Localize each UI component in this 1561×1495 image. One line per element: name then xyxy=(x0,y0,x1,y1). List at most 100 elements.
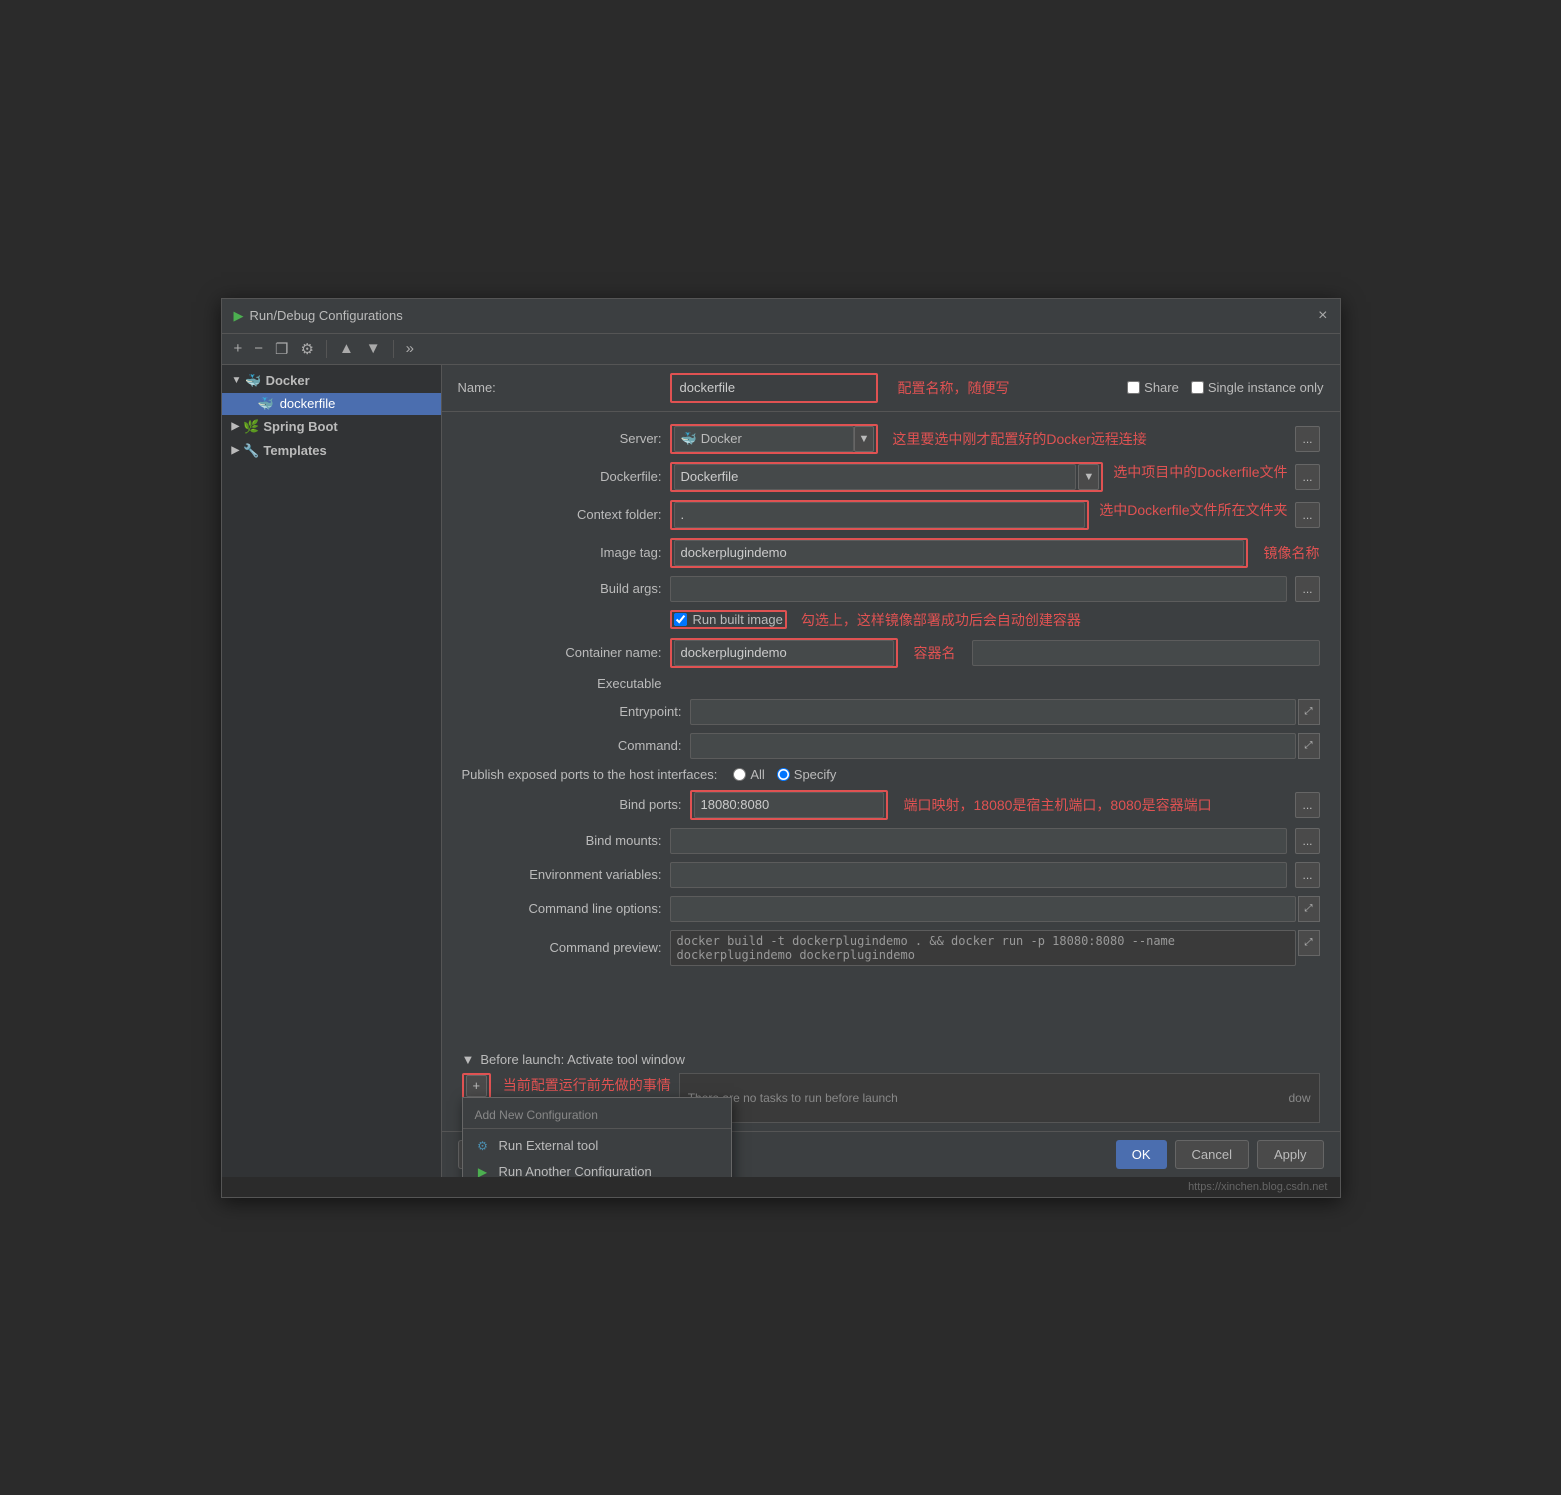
more-button[interactable]: » xyxy=(402,338,418,359)
templates-expand-icon: ▶ xyxy=(232,445,240,456)
command-input[interactable] xyxy=(690,733,1296,759)
all-label: All xyxy=(750,767,764,782)
context-annotation-box xyxy=(670,500,1090,530)
name-input[interactable] xyxy=(674,375,874,401)
sidebar-dockerfile-label: dockerfile xyxy=(280,396,336,411)
bind-ports-label: Bind ports: xyxy=(482,797,682,812)
single-instance-checkbox[interactable] xyxy=(1191,381,1204,394)
image-tag-input[interactable] xyxy=(674,540,1244,566)
context-label: Context folder: xyxy=(462,507,662,522)
cmd-opts-input-group: ⤢ xyxy=(670,896,1320,922)
server-docker-icon: 🐳 xyxy=(681,431,697,447)
before-launch-section: ▼ Before launch: Activate tool window + … xyxy=(442,1052,1340,1123)
entrypoint-input[interactable] xyxy=(690,699,1296,725)
dockerfile-icon: 🐳 xyxy=(258,396,274,412)
dropdown-item-run-another-config[interactable]: ▶ Run Another Configuration xyxy=(463,1159,731,1177)
server-annotation-text: 这里要选中刚才配置好的Docker远程连接 xyxy=(892,429,1146,449)
settings-button[interactable]: ⚙ xyxy=(296,338,317,360)
run-debug-config-dialog: ▶ Run/Debug Configurations × + − ❐ ⚙ ▲ ▼… xyxy=(221,298,1341,1198)
ok-button[interactable]: OK xyxy=(1116,1140,1167,1169)
add-task-button[interactable]: + xyxy=(466,1075,488,1097)
server-annotation-box: 🐳 Docker ▼ xyxy=(670,424,879,454)
share-label: Share xyxy=(1144,380,1179,395)
cmd-opts-expand-btn[interactable]: ⤢ xyxy=(1298,896,1320,922)
form-area: Server: 🐳 Docker ▼ 这里要选中刚才配置好的Docker远程连接… xyxy=(442,412,1340,1044)
server-dots-button[interactable]: ... xyxy=(1295,426,1319,452)
specify-radio-label[interactable]: Specify xyxy=(777,767,837,782)
image-tag-row: Image tag: 镜像名称 xyxy=(462,538,1320,568)
context-input[interactable] xyxy=(674,502,1086,528)
sidebar-group-springboot[interactable]: ▶ 🌿 Spring Boot xyxy=(222,415,441,439)
run-built-annotation-text: 勾选上，这样镜像部署成功后会自动创建容器 xyxy=(801,610,1081,630)
dockerfile-dropdown-arrow[interactable]: ▼ xyxy=(1078,464,1099,490)
springboot-icon: 🌿 xyxy=(243,419,259,435)
specify-radio[interactable] xyxy=(777,768,790,781)
command-input-group: ⤢ xyxy=(690,733,1320,759)
add-config-button[interactable]: + xyxy=(230,338,247,359)
dockerfile-dots-button[interactable]: ... xyxy=(1295,464,1319,490)
run-another-config-icon: ▶ xyxy=(475,1164,491,1177)
copy-config-button[interactable]: ❐ xyxy=(271,338,292,360)
dockerfile-input[interactable] xyxy=(674,464,1077,490)
dropdown-item-run-external-tool[interactable]: ⚙ Run External tool xyxy=(463,1133,731,1159)
container-name-row: Container name: 容器名 xyxy=(462,638,1320,668)
env-vars-dots-button[interactable]: ... xyxy=(1295,862,1319,888)
move-up-button[interactable]: ▲ xyxy=(335,338,358,359)
env-vars-input[interactable] xyxy=(670,862,1288,888)
cmd-preview-expand-btn[interactable]: ⤢ xyxy=(1298,930,1320,956)
sidebar-item-dockerfile[interactable]: 🐳 dockerfile xyxy=(222,393,441,415)
container-name-extra-input[interactable] xyxy=(972,640,1320,666)
bind-mounts-label: Bind mounts: xyxy=(462,833,662,848)
bind-mounts-input[interactable] xyxy=(670,828,1288,854)
share-checkbox-label[interactable]: Share xyxy=(1127,380,1179,395)
server-dropdown-arrow[interactable]: ▼ xyxy=(854,426,875,452)
bind-ports-input[interactable] xyxy=(694,792,884,818)
context-dots-button[interactable]: ... xyxy=(1295,502,1319,528)
container-name-input[interactable] xyxy=(674,640,894,666)
dockerfile-input-group: ▼ 选中项目中的Dockerfile文件 xyxy=(670,462,1288,492)
bind-ports-dots-button[interactable]: ... xyxy=(1295,792,1319,818)
cmd-preview-label: Command preview: xyxy=(462,940,662,955)
main-area: ▼ 🐳 Docker 🐳 dockerfile ▶ 🌿 Spring Boot … xyxy=(222,365,1340,1177)
bind-ports-annotation-text: 端口映射，18080是宿主机端口，8080是容器端口 xyxy=(904,795,1212,815)
close-button[interactable]: × xyxy=(1318,307,1327,325)
share-checkbox[interactable] xyxy=(1127,381,1140,394)
sidebar-group-docker[interactable]: ▼ 🐳 Docker xyxy=(222,369,441,393)
context-annotation-text: 选中Dockerfile文件所在文件夹 xyxy=(1099,500,1287,530)
cmd-preview-value: docker build -t dockerplugindemo . && do… xyxy=(670,930,1296,966)
publish-ports-label: Publish exposed ports to the host interf… xyxy=(462,767,718,782)
single-instance-label[interactable]: Single instance only xyxy=(1191,380,1324,395)
move-down-button[interactable]: ▼ xyxy=(362,338,385,359)
build-args-input[interactable] xyxy=(670,576,1288,602)
run-built-checkbox[interactable] xyxy=(674,613,687,626)
specify-label: Specify xyxy=(794,767,837,782)
before-launch-content-area: There are no tasks to run before launch … xyxy=(679,1073,1320,1123)
docker-icon: 🐳 xyxy=(245,373,261,389)
build-args-dots-button[interactable]: ... xyxy=(1295,576,1319,602)
build-args-label: Build args: xyxy=(462,581,662,596)
sidebar-group-templates[interactable]: ▶ 🔧 Templates xyxy=(222,439,441,463)
remove-config-button[interactable]: − xyxy=(250,338,267,359)
cancel-button[interactable]: Cancel xyxy=(1175,1140,1249,1169)
status-url: https://xinchen.blog.csdn.net xyxy=(1188,1181,1327,1193)
name-input-annotation xyxy=(670,373,878,403)
title-bar: ▶ Run/Debug Configurations × xyxy=(222,299,1340,334)
run-built-label: Run built image xyxy=(693,612,783,627)
run-another-config-label: Run Another Configuration xyxy=(499,1164,652,1177)
server-row: Server: 🐳 Docker ▼ 这里要选中刚才配置好的Docker远程连接… xyxy=(462,424,1320,454)
docker-expand-icon: ▼ xyxy=(232,375,242,386)
apply-button[interactable]: Apply xyxy=(1257,1140,1324,1169)
bind-ports-annotation-box xyxy=(690,790,888,820)
entrypoint-expand-btn[interactable]: ⤢ xyxy=(1298,699,1320,725)
toolbar: + − ❐ ⚙ ▲ ▼ » xyxy=(222,334,1340,365)
before-launch-header: ▼ Before launch: Activate tool window xyxy=(462,1052,1320,1067)
command-row: Command: ⤢ xyxy=(462,733,1320,759)
bind-ports-row: Bind ports: 端口映射，18080是宿主机端口，8080是容器端口 .… xyxy=(462,790,1320,820)
server-dropdown[interactable]: 🐳 Docker xyxy=(674,426,854,452)
bind-mounts-dots-button[interactable]: ... xyxy=(1295,828,1319,854)
cmd-opts-input[interactable] xyxy=(670,896,1296,922)
command-expand-btn[interactable]: ⤢ xyxy=(1298,733,1320,759)
all-radio[interactable] xyxy=(733,768,746,781)
container-name-annotation-box xyxy=(670,638,898,668)
all-radio-label[interactable]: All xyxy=(733,767,764,782)
